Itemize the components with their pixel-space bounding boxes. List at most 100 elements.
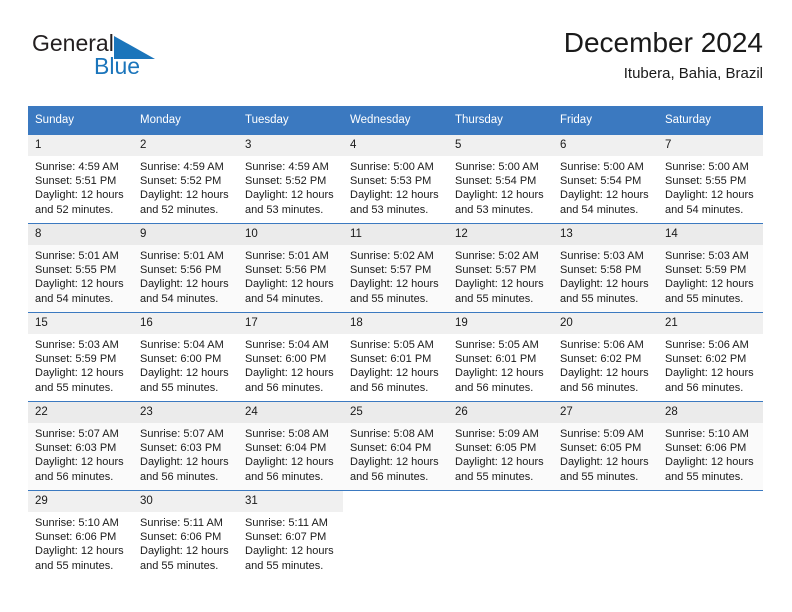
day-cell-empty [658, 490, 763, 579]
daylight-text-line1: Daylight: 12 hours [140, 456, 229, 469]
day-cell[interactable]: 27 Sunrise: 5:09 AM Sunset: 6:05 PM Dayl… [553, 401, 658, 491]
daylight-text-line1: Daylight: 12 hours [35, 189, 124, 202]
day-cell[interactable]: 20 Sunrise: 5:06 AM Sunset: 6:02 PM Dayl… [553, 312, 658, 402]
daylight-text-line2: and 56 minutes. [140, 470, 219, 483]
day-cell[interactable]: 22 Sunrise: 5:07 AM Sunset: 6:03 PM Dayl… [28, 401, 133, 491]
day-details: Sunrise: 5:01 AM Sunset: 5:56 PM Dayligh… [238, 245, 343, 306]
sunrise-text: Sunrise: 5:07 AM [35, 428, 119, 440]
sunrise-text: Sunrise: 5:05 AM [455, 339, 539, 351]
daylight-text-line1: Daylight: 12 hours [350, 367, 439, 380]
day-cell[interactable]: 29 Sunrise: 5:10 AM Sunset: 6:06 PM Dayl… [28, 490, 133, 579]
sunset-text: Sunset: 6:06 PM [665, 442, 747, 455]
daylight-text-line2: and 56 minutes. [245, 470, 324, 483]
daylight-text-line1: Daylight: 12 hours [140, 367, 229, 380]
daylight-text-line1: Daylight: 12 hours [35, 545, 124, 558]
daylight-text-line2: and 52 minutes. [140, 203, 219, 216]
day-cell[interactable]: 1 Sunrise: 4:59 AM Sunset: 5:51 PM Dayli… [28, 134, 133, 224]
daylight-text-line1: Daylight: 12 hours [455, 278, 544, 291]
general-blue-logo[interactable]: General Blue [32, 30, 162, 86]
day-details: Sunrise: 5:03 AM Sunset: 5:59 PM Dayligh… [658, 245, 763, 306]
day-details: Sunrise: 5:00 AM Sunset: 5:55 PM Dayligh… [658, 156, 763, 217]
daylight-text-line1: Daylight: 12 hours [350, 456, 439, 469]
sunrise-text: Sunrise: 5:07 AM [140, 428, 224, 440]
day-cell[interactable]: 13 Sunrise: 5:03 AM Sunset: 5:58 PM Dayl… [553, 223, 658, 313]
day-cell[interactable]: 23 Sunrise: 5:07 AM Sunset: 6:03 PM Dayl… [133, 401, 238, 491]
day-details: Sunrise: 5:11 AM Sunset: 6:07 PM Dayligh… [238, 512, 343, 573]
sunset-text: Sunset: 6:05 PM [455, 442, 537, 455]
day-number: 13 [553, 224, 658, 245]
day-cell[interactable]: 10 Sunrise: 5:01 AM Sunset: 5:56 PM Dayl… [238, 223, 343, 313]
daylight-text-line1: Daylight: 12 hours [350, 189, 439, 202]
day-cell[interactable]: 11 Sunrise: 5:02 AM Sunset: 5:57 PM Dayl… [343, 223, 448, 313]
day-cell[interactable]: 24 Sunrise: 5:08 AM Sunset: 6:04 PM Dayl… [238, 401, 343, 491]
day-number: 7 [658, 135, 763, 156]
daylight-text-line1: Daylight: 12 hours [560, 278, 649, 291]
day-cell[interactable]: 7 Sunrise: 5:00 AM Sunset: 5:55 PM Dayli… [658, 134, 763, 224]
sunrise-text: Sunrise: 5:00 AM [665, 161, 749, 173]
day-cell[interactable]: 21 Sunrise: 5:06 AM Sunset: 6:02 PM Dayl… [658, 312, 763, 402]
page-header: General Blue December 2024 Itubera, Bahi… [28, 26, 763, 94]
day-number: 29 [28, 491, 133, 512]
logo-text-blue: Blue [94, 53, 141, 79]
day-details: Sunrise: 5:09 AM Sunset: 6:05 PM Dayligh… [448, 423, 553, 484]
sunset-text: Sunset: 6:06 PM [35, 531, 117, 544]
sunrise-text: Sunrise: 5:10 AM [665, 428, 749, 440]
day-cell[interactable]: 26 Sunrise: 5:09 AM Sunset: 6:05 PM Dayl… [448, 401, 553, 491]
day-number: 6 [553, 135, 658, 156]
day-number: 8 [28, 224, 133, 245]
daylight-text-line2: and 56 minutes. [560, 381, 639, 394]
day-cell[interactable]: 28 Sunrise: 5:10 AM Sunset: 6:06 PM Dayl… [658, 401, 763, 491]
sunrise-text: Sunrise: 5:11 AM [245, 517, 328, 529]
weekday-header-thursday: Thursday [448, 106, 553, 135]
daylight-text-line1: Daylight: 12 hours [245, 545, 334, 558]
day-number: 16 [133, 313, 238, 334]
day-cell[interactable]: 6 Sunrise: 5:00 AM Sunset: 5:54 PM Dayli… [553, 134, 658, 224]
day-number [343, 491, 448, 512]
sunset-text: Sunset: 5:57 PM [455, 264, 537, 277]
day-cell[interactable]: 18 Sunrise: 5:05 AM Sunset: 6:01 PM Dayl… [343, 312, 448, 402]
sunset-text: Sunset: 6:03 PM [140, 442, 222, 455]
daylight-text-line2: and 55 minutes. [560, 470, 639, 483]
day-cell[interactable]: 2 Sunrise: 4:59 AM Sunset: 5:52 PM Dayli… [133, 134, 238, 224]
day-details: Sunrise: 5:07 AM Sunset: 6:03 PM Dayligh… [133, 423, 238, 484]
daylight-text-line1: Daylight: 12 hours [35, 367, 124, 380]
day-cell[interactable]: 15 Sunrise: 5:03 AM Sunset: 5:59 PM Dayl… [28, 312, 133, 402]
day-details: Sunrise: 5:03 AM Sunset: 5:58 PM Dayligh… [553, 245, 658, 306]
daylight-text-line2: and 55 minutes. [455, 470, 534, 483]
day-number: 9 [133, 224, 238, 245]
daylight-text-line2: and 55 minutes. [665, 292, 744, 305]
day-number: 5 [448, 135, 553, 156]
day-cell[interactable]: 25 Sunrise: 5:08 AM Sunset: 6:04 PM Dayl… [343, 401, 448, 491]
day-cell[interactable]: 17 Sunrise: 5:04 AM Sunset: 6:00 PM Dayl… [238, 312, 343, 402]
sunrise-text: Sunrise: 5:00 AM [350, 161, 434, 173]
weekday-header-saturday: Saturday [658, 106, 763, 135]
day-number: 21 [658, 313, 763, 334]
page-title: December 2024 [563, 27, 763, 58]
day-cell[interactable]: 12 Sunrise: 5:02 AM Sunset: 5:57 PM Dayl… [448, 223, 553, 313]
daylight-text-line2: and 56 minutes. [350, 381, 429, 394]
daylight-text-line1: Daylight: 12 hours [245, 456, 334, 469]
day-cell[interactable]: 30 Sunrise: 5:11 AM Sunset: 6:06 PM Dayl… [133, 490, 238, 579]
sunrise-text: Sunrise: 5:06 AM [560, 339, 644, 351]
day-cell[interactable]: 19 Sunrise: 5:05 AM Sunset: 6:01 PM Dayl… [448, 312, 553, 402]
day-cell[interactable]: 5 Sunrise: 5:00 AM Sunset: 5:54 PM Dayli… [448, 134, 553, 224]
sunset-text: Sunset: 5:55 PM [35, 264, 117, 277]
sunrise-text: Sunrise: 5:02 AM [455, 250, 539, 262]
day-details: Sunrise: 5:05 AM Sunset: 6:01 PM Dayligh… [343, 334, 448, 395]
daylight-text-line1: Daylight: 12 hours [455, 367, 544, 380]
daylight-text-line1: Daylight: 12 hours [455, 189, 544, 202]
day-cell[interactable]: 14 Sunrise: 5:03 AM Sunset: 5:59 PM Dayl… [658, 223, 763, 313]
day-cell[interactable]: 3 Sunrise: 4:59 AM Sunset: 5:52 PM Dayli… [238, 134, 343, 224]
daylight-text-line2: and 55 minutes. [35, 381, 114, 394]
day-details: Sunrise: 5:09 AM Sunset: 6:05 PM Dayligh… [553, 423, 658, 484]
day-cell[interactable]: 31 Sunrise: 5:11 AM Sunset: 6:07 PM Dayl… [238, 490, 343, 579]
day-cell[interactable]: 9 Sunrise: 5:01 AM Sunset: 5:56 PM Dayli… [133, 223, 238, 313]
day-number: 4 [343, 135, 448, 156]
day-cell[interactable]: 16 Sunrise: 5:04 AM Sunset: 6:00 PM Dayl… [133, 312, 238, 402]
day-details: Sunrise: 5:10 AM Sunset: 6:06 PM Dayligh… [658, 423, 763, 484]
daylight-text-line1: Daylight: 12 hours [245, 278, 334, 291]
day-cell[interactable]: 4 Sunrise: 5:00 AM Sunset: 5:53 PM Dayli… [343, 134, 448, 224]
day-cell[interactable]: 8 Sunrise: 5:01 AM Sunset: 5:55 PM Dayli… [28, 223, 133, 313]
sunrise-text: Sunrise: 5:00 AM [455, 161, 539, 173]
calendar-table-wrapper: Sunday Monday Tuesday Wednesday Thursday… [28, 106, 763, 579]
